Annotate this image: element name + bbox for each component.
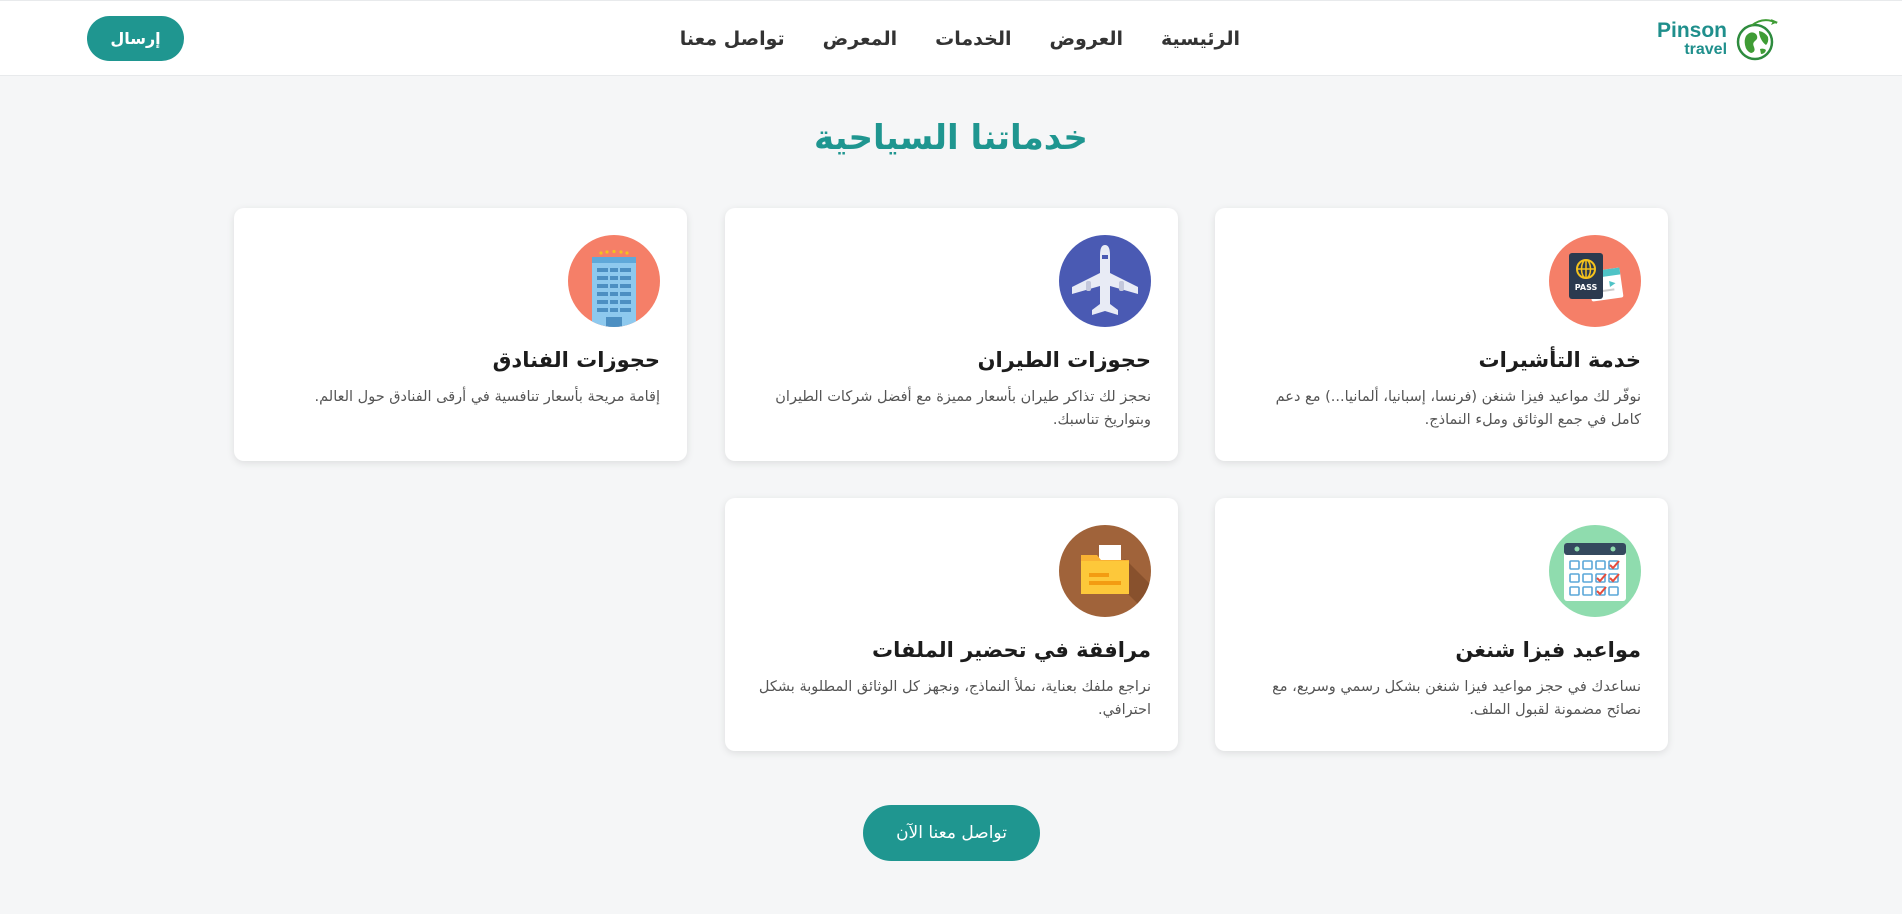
service-description: نساعدك في حجز مواعيد فيزا شنغن بشكل رسمي…: [1272, 679, 1641, 718]
globe-plane-icon: [1736, 19, 1779, 61]
calendar-icon: [1549, 525, 1641, 617]
airplane-icon: [1059, 235, 1151, 327]
services-title: خدماتنا السياحية: [814, 118, 1088, 158]
brand-name-line1: Pinson: [1657, 19, 1728, 42]
service-card-hotels[interactable]: حجوزات الفنادق إقامة مريحة بأسعار تنافسي…: [234, 208, 687, 461]
service-description: نحجز لك تذاكر طيران بأسعار مميزة مع أفضل…: [775, 389, 1151, 428]
service-title: حجوزات الطيران: [977, 348, 1151, 372]
nav-home[interactable]: الرئيسية: [1161, 28, 1240, 50]
contact-now-button[interactable]: تواصل معنا الآن: [863, 805, 1040, 861]
service-card-schengen[interactable]: مواعيد فيزا شنغن نساعدك في حجز مواعيد في…: [1215, 498, 1668, 751]
service-description: نوفّر لك مواعيد فيزا شنغن (فرنسا، إسباني…: [1275, 389, 1641, 428]
brand-logo[interactable]: Pinson travel: [1657, 15, 1787, 63]
brand-name: Pinson travel: [1657, 20, 1727, 58]
service-title: مرافقة في تحضير الملفات: [872, 638, 1151, 662]
passport-icon: PASS: [1549, 235, 1641, 327]
svg-text:PASS: PASS: [1575, 283, 1598, 292]
service-description: إقامة مريحة بأسعار تنافسية في أرقى الفنا…: [314, 389, 660, 405]
service-description: نراجع ملفك بعناية، نملأ النماذج، ونجهز ك…: [758, 679, 1151, 718]
service-card-files[interactable]: مرافقة في تحضير الملفات نراجع ملفك بعناي…: [725, 498, 1178, 751]
service-title: حجوزات الفنادق: [492, 348, 660, 372]
service-title: خدمة التأشيرات: [1478, 348, 1641, 372]
service-title: مواعيد فيزا شنغن: [1455, 638, 1641, 662]
folder-icon: [1059, 525, 1151, 617]
send-button[interactable]: إرسال: [87, 16, 184, 61]
nav-gallery[interactable]: المعرض: [823, 28, 898, 50]
site-header: Pinson travel الرئيسية العروض الخدمات ال…: [0, 0, 1902, 76]
nav-services[interactable]: الخدمات: [935, 28, 1011, 50]
service-card-visa[interactable]: PASS خدمة التأشيرات نوفّر لك مواعيد فيزا…: [1215, 208, 1668, 461]
service-card-flights[interactable]: حجوزات الطيران نحجز لك تذاكر طيران بأسعا…: [725, 208, 1178, 461]
brand-name-line2: travel: [1684, 41, 1728, 58]
nav-contact[interactable]: تواصل معنا: [680, 28, 785, 50]
nav-offers[interactable]: العروض: [1049, 28, 1123, 50]
hotel-icon: [568, 235, 660, 327]
main-nav: الرئيسية العروض الخدمات المعرض تواصل معن…: [680, 21, 1240, 57]
